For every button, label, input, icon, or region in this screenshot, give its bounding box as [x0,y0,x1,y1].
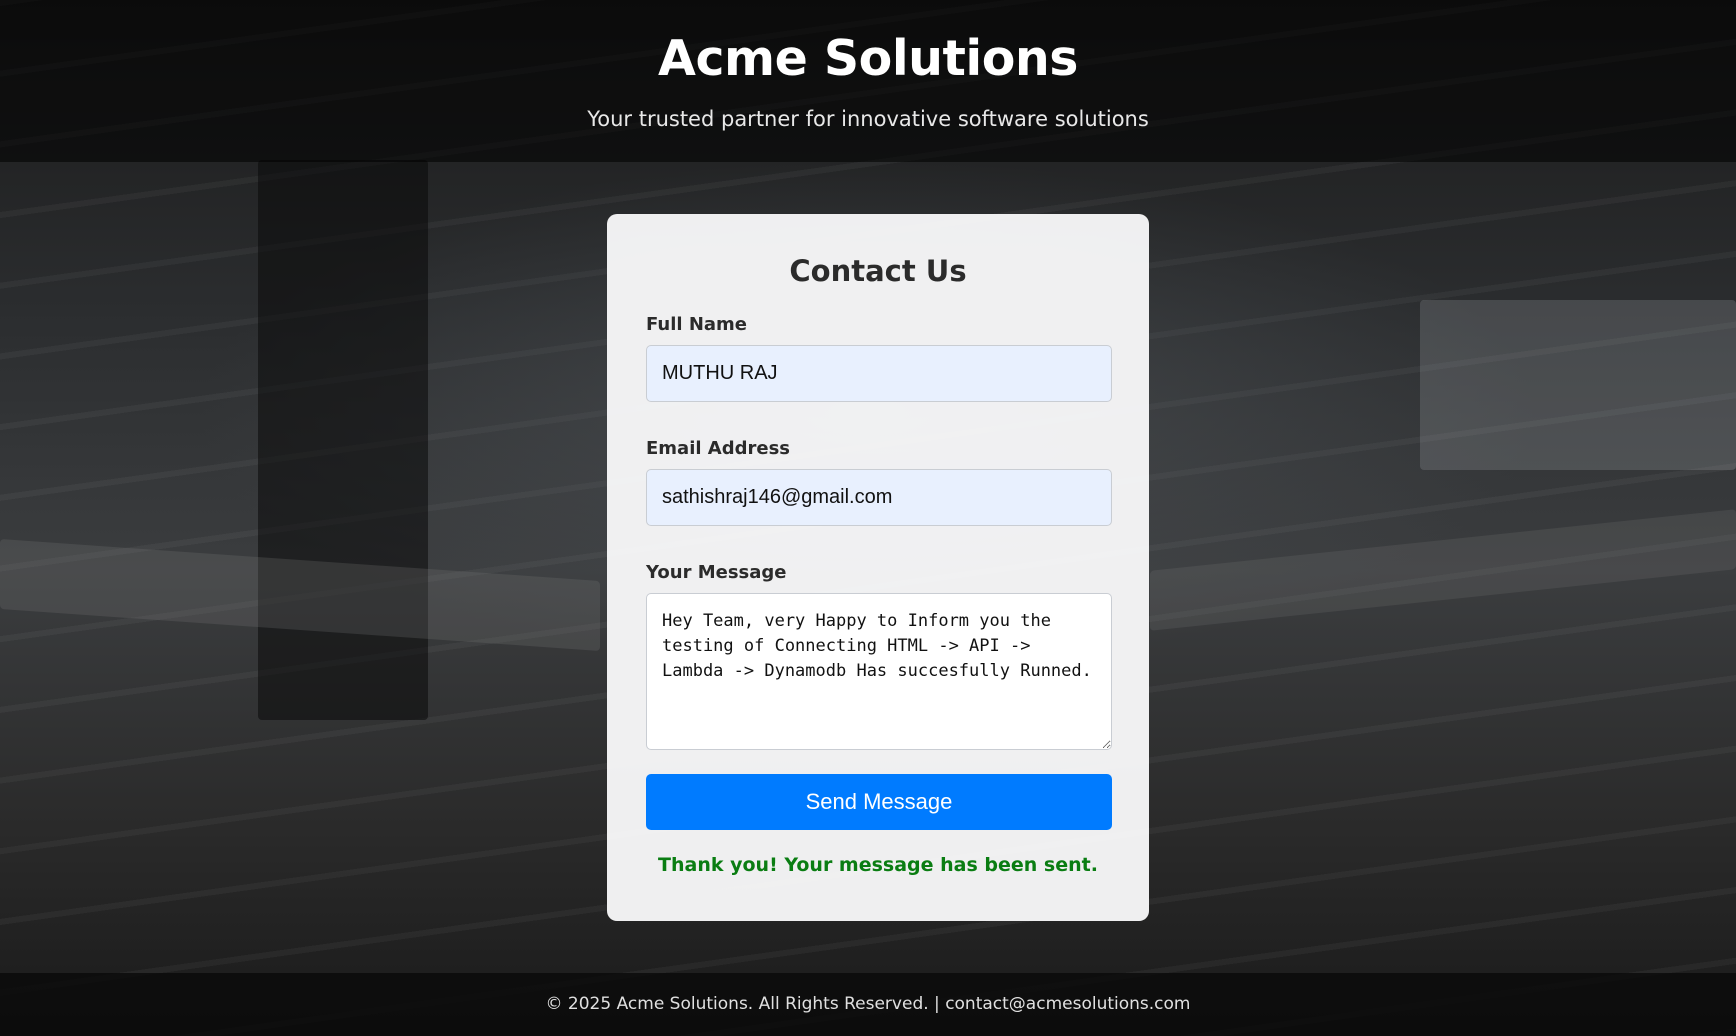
contact-form-title: Contact Us [789,254,967,288]
background-window [1420,300,1736,470]
contact-form-card: Contact Us Full Name Email Address Your … [607,214,1149,921]
email-input[interactable] [646,469,1112,526]
success-status-message: Thank you! Your message has been sent. [658,854,1098,876]
full-name-input[interactable] [646,345,1112,402]
site-tagline: Your trusted partner for innovative soft… [587,107,1149,131]
footer-copyright: © 2025 Acme Solutions. All Rights Reserv… [545,994,946,1014]
site-header: Acme Solutions Your trusted partner for … [0,0,1736,162]
message-textarea[interactable]: Hey Team, very Happy to Inform you the t… [646,593,1112,750]
full-name-label: Full Name [646,314,747,335]
footer-email-link[interactable]: contact@acmesolutions.com [945,994,1190,1014]
site-title: Acme Solutions [658,30,1078,87]
site-footer: © 2025 Acme Solutions. All Rights Reserv… [0,973,1736,1036]
email-label: Email Address [646,438,791,459]
send-message-button[interactable]: Send Message [646,774,1112,830]
background-desk-right [1150,509,1736,631]
message-label: Your Message [646,562,787,583]
